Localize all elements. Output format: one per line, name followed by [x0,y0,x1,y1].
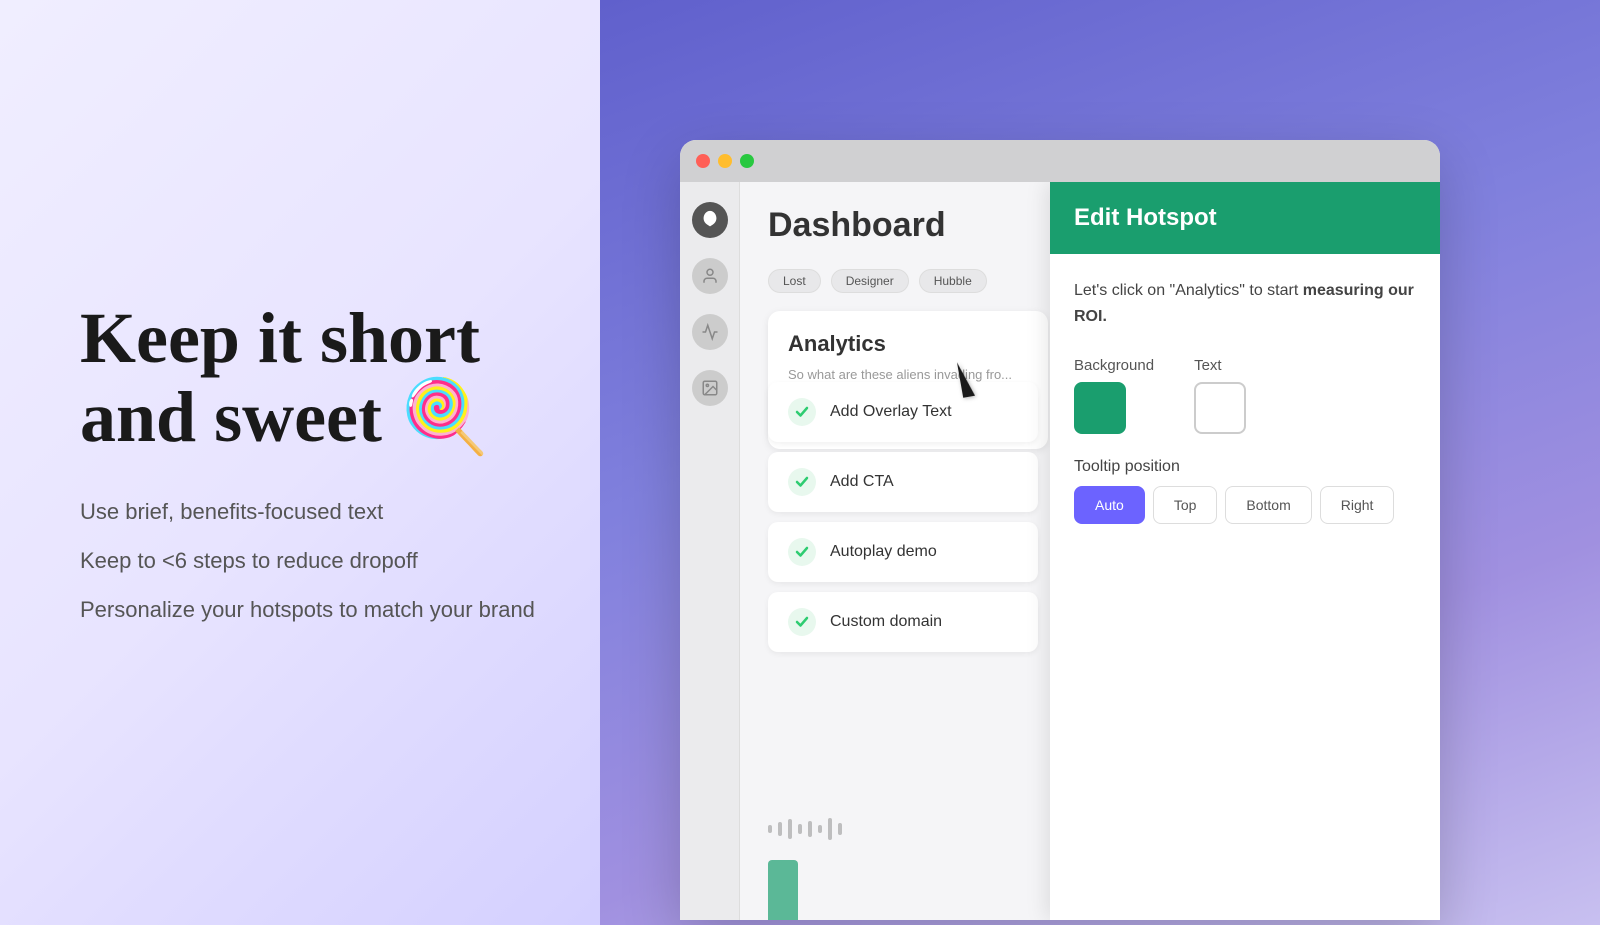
browser-content: Dashboard Lost Designer Hubble Project A… [680,182,1440,920]
checkbox-label-3: Autoplay demo [830,543,937,561]
minimize-button-icon[interactable] [718,154,732,168]
text-color-swatch[interactable] [1194,382,1246,434]
hotspot-description: Let's click on "Analytics" to start meas… [1074,278,1416,329]
tooltip-btn-auto[interactable]: Auto [1074,486,1145,524]
background-color-group: Background [1074,357,1154,434]
tag-designer[interactable]: Designer [831,269,909,293]
check-icon-1 [788,398,816,426]
wave-bar-7 [828,818,832,840]
color-section: Background Text [1074,357,1416,434]
text-color-label: Text [1194,357,1246,374]
tag-lost[interactable]: Lost [768,269,821,293]
wave-bar-8 [838,823,842,835]
sidebar-logo-icon[interactable] [692,202,728,238]
wave-bar-6 [818,825,822,833]
bullet-list: Use brief, benefits-focused text Keep to… [80,497,540,625]
tag-hubble[interactable]: Hubble [919,269,987,293]
left-panel: Keep it short and sweet 🍭 Use brief, ben… [0,239,620,686]
checkbox-custom-domain[interactable]: Custom domain [768,592,1038,652]
check-icon-4 [788,608,816,636]
tooltip-section: Tooltip position Auto Top Bottom Right [1074,458,1416,524]
headline: Keep it short and sweet 🍭 [80,299,540,457]
text-color-group: Text [1194,357,1246,434]
close-button-icon[interactable] [696,154,710,168]
browser-titlebar [680,140,1440,182]
tooltip-btn-bottom[interactable]: Bottom [1225,486,1311,524]
analytics-card-title: Analytics [788,331,1028,357]
background-color-label: Background [1074,357,1154,374]
checkbox-label-1: Add Overlay Text [830,403,952,421]
checkbox-label-4: Custom domain [830,613,942,631]
right-panel: Dashboard Lost Designer Hubble Project A… [620,0,1600,925]
app-sidebar [680,182,740,920]
wave-bar-4 [798,824,802,834]
tooltip-buttons: Auto Top Bottom Right [1074,486,1416,524]
headline-emoji: 🍭 [400,377,490,457]
wave-bar-2 [778,822,782,836]
sidebar-image-icon[interactable] [692,370,728,406]
green-accent-strip [768,860,798,920]
sidebar-chart-icon[interactable] [692,314,728,350]
tooltip-btn-right[interactable]: Right [1320,486,1395,524]
tooltip-position-label: Tooltip position [1074,458,1416,476]
waveform-row [768,818,842,840]
checkbox-autoplay[interactable]: Autoplay demo [768,522,1038,582]
checkbox-label-2: Add CTA [830,473,894,491]
checkbox-add-cta[interactable]: Add CTA [768,452,1038,512]
sidebar-user-icon[interactable] [692,258,728,294]
app-main: Dashboard Lost Designer Hubble Project A… [740,182,1440,920]
edit-hotspot-title: Edit Hotspot [1074,204,1416,232]
color-row: Background Text [1074,357,1416,434]
edit-hotspot-header: Edit Hotspot [1050,182,1440,254]
bullet-3: Personalize your hotspots to match your … [80,595,540,626]
background-color-swatch[interactable] [1074,382,1126,434]
bullet-2: Keep to <6 steps to reduce dropoff [80,546,540,577]
maximize-button-icon[interactable] [740,154,754,168]
checkboxes-panel: Add Overlay Text Add CTA [768,382,1038,652]
description-before: Let's click on "Analytics" to start [1074,282,1303,299]
wave-bar-5 [808,821,812,837]
browser-window: Dashboard Lost Designer Hubble Project A… [680,140,1440,920]
check-icon-2 [788,468,816,496]
edit-hotspot-body: Let's click on "Analytics" to start meas… [1050,254,1440,548]
wave-bar-1 [768,825,772,833]
check-icon-3 [788,538,816,566]
bullet-1: Use brief, benefits-focused text [80,497,540,528]
tooltip-btn-top[interactable]: Top [1153,486,1218,524]
checkbox-overlay-text[interactable]: Add Overlay Text [768,382,1038,442]
edit-hotspot-panel: Edit Hotspot Let's click on "Analytics" … [1050,182,1440,920]
headline-line2: and sweet [80,377,382,457]
wave-bar-3 [788,819,792,839]
headline-line1: Keep it short [80,298,480,378]
